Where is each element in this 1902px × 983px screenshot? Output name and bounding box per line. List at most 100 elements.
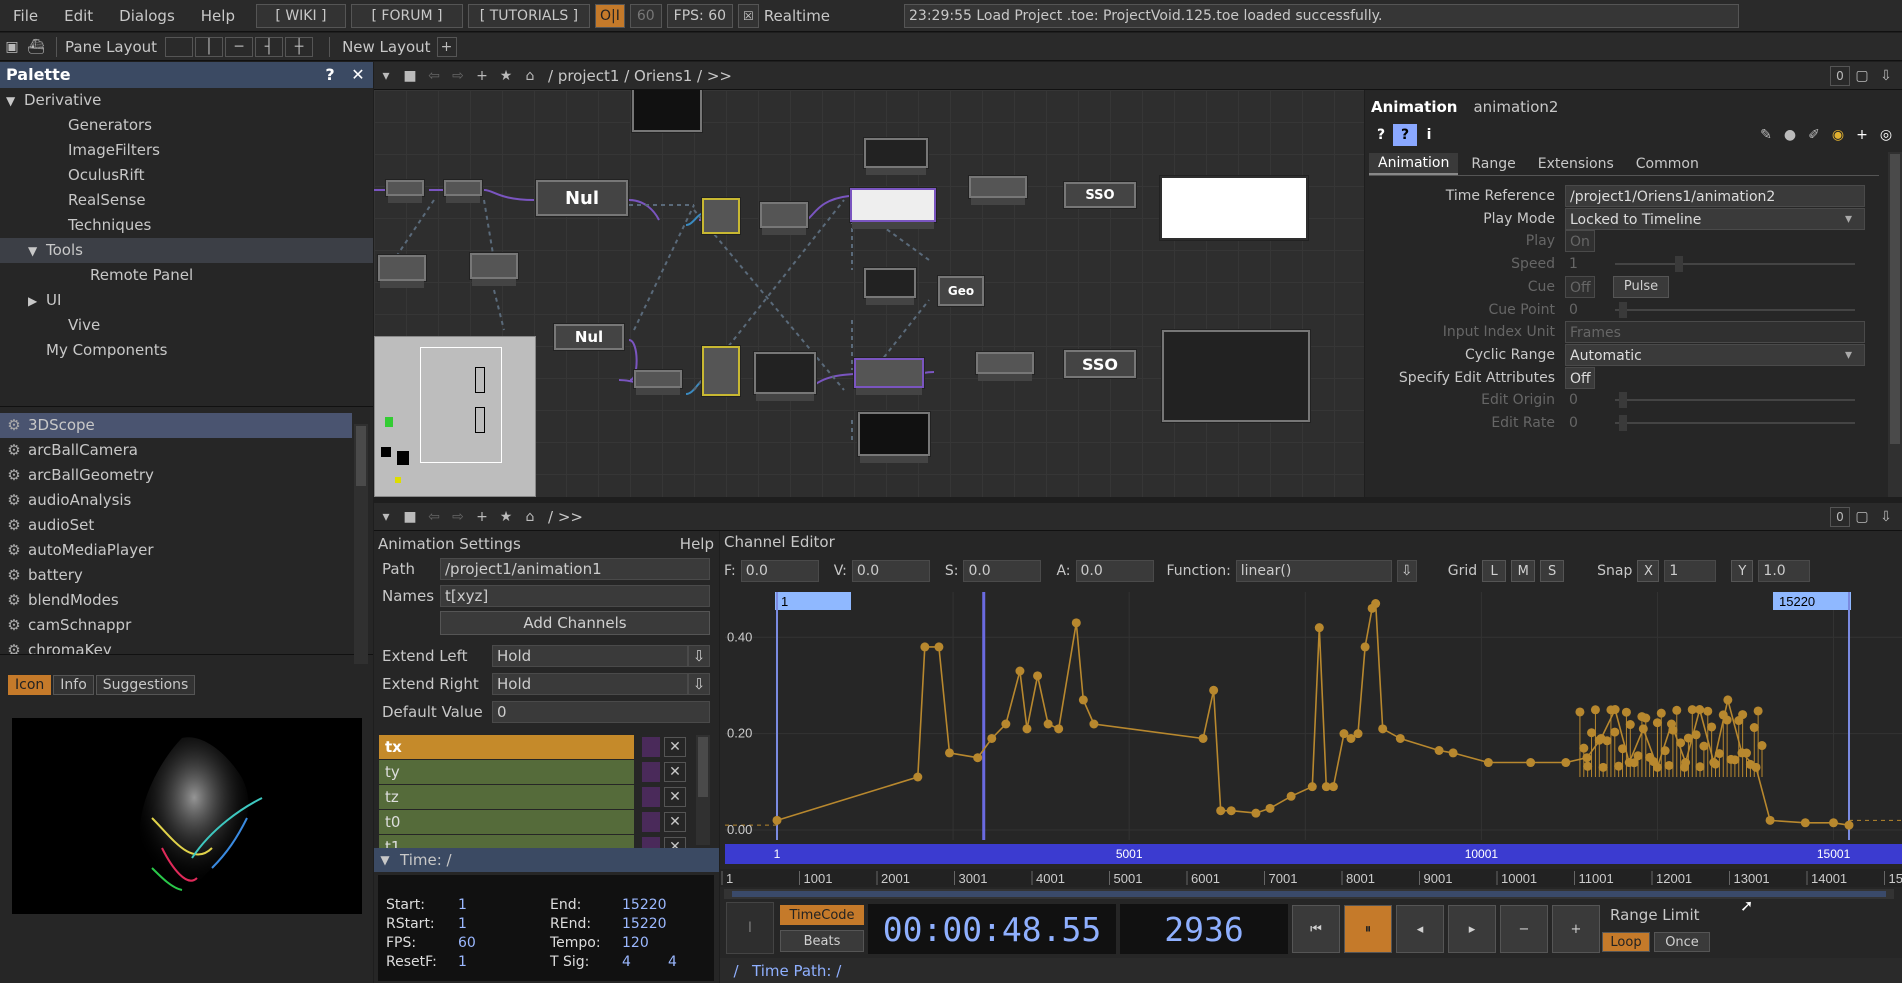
add-layout-icon[interactable]: +: [436, 36, 457, 57]
param-value[interactable]: 0: [1565, 389, 1615, 411]
beats-button[interactable]: Beats: [780, 930, 864, 952]
keyframe-point[interactable]: [1314, 623, 1324, 633]
keyframe-point[interactable]: [973, 753, 983, 763]
dropdown-icon[interactable]: ⇩: [688, 673, 710, 695]
sso-node-1[interactable]: SSO: [1064, 182, 1136, 208]
plus-transport-icon[interactable]: +: [1552, 905, 1600, 953]
pause-icon[interactable]: ⏸: [1344, 905, 1392, 953]
keyframe-point[interactable]: [1216, 806, 1226, 816]
add-icon[interactable]: +: [470, 65, 494, 87]
keyframe-point[interactable]: [1078, 695, 1088, 705]
forward-icon-2[interactable]: ⇨: [446, 506, 470, 528]
channel-color-swatch[interactable]: [642, 787, 660, 807]
fps-value[interactable]: 60: [458, 935, 476, 951]
pane-zero-button[interactable]: 0: [1830, 65, 1850, 86]
keyframe-point[interactable]: [920, 642, 930, 652]
animation-curve[interactable]: [776, 601, 1850, 826]
keyframe-point[interactable]: [1226, 806, 1236, 816]
channel-color-swatch[interactable]: [642, 737, 660, 757]
component-item[interactable]: ⚙ audioAnalysis: [0, 488, 352, 513]
keyframe-point[interactable]: [1483, 758, 1493, 768]
param-value[interactable]: 0: [1565, 412, 1615, 434]
tsig-a-value[interactable]: 4: [622, 954, 631, 970]
extend-left-select[interactable]: Hold: [492, 645, 688, 667]
keyframe-point[interactable]: [772, 815, 782, 825]
image-icon[interactable]: ▣: [0, 36, 24, 58]
param-tab[interactable]: Extensions: [1529, 154, 1623, 174]
channel-delete-icon[interactable]: ✕: [664, 812, 686, 832]
pin-icon[interactable]: ⇩: [1874, 65, 1898, 87]
slider-handle[interactable]: [1675, 256, 1683, 273]
component-item[interactable]: ⚙ battery: [0, 563, 352, 588]
time-path[interactable]: Time Path: /: [752, 962, 841, 980]
param-slider[interactable]: [1615, 392, 1855, 409]
keyframe-point[interactable]: [1071, 618, 1081, 628]
keyframe-point[interactable]: [913, 772, 923, 782]
pencil-icon[interactable]: ✎: [1754, 124, 1778, 146]
snap-x-field[interactable]: 1: [1664, 560, 1717, 582]
python-icon[interactable]: ◉: [1826, 124, 1850, 146]
function-field[interactable]: linear(): [1235, 560, 1392, 582]
tutorials-button[interactable]: [ TUTORIALS ]: [467, 3, 590, 28]
snap-x-button[interactable]: X: [1637, 560, 1660, 582]
node-n[interactable]: [854, 358, 924, 395]
tree-arrow-icon[interactable]: ▶: [28, 289, 46, 314]
s-field[interactable]: 0.0: [963, 560, 1042, 582]
node-h[interactable]: [850, 188, 936, 229]
tree-item[interactable]: ▼ Tools: [0, 238, 373, 263]
grid-l-button[interactable]: L: [1482, 560, 1507, 582]
target-icon[interactable]: ◎: [1874, 124, 1898, 146]
component-item[interactable]: ⚙ autoMediaPlayer: [0, 538, 352, 563]
tree-item[interactable]: ▶ UI: [0, 288, 373, 313]
layout-split-h-icon[interactable]: ─: [225, 36, 254, 57]
keyframe-point[interactable]: [1844, 820, 1854, 830]
node-m[interactable]: [754, 352, 816, 401]
network-path[interactable]: / project1 / Oriens1 / >>: [548, 67, 732, 85]
path-field[interactable]: /project1/animation1: [440, 558, 710, 580]
param-slider[interactable]: [1615, 256, 1855, 273]
keyframe-point[interactable]: [1033, 671, 1043, 681]
f-field[interactable]: 0.0: [740, 560, 819, 582]
null-node-2[interactable]: Nul: [554, 324, 624, 350]
param-slider[interactable]: [1615, 415, 1855, 431]
lower-path[interactable]: / >>: [548, 508, 583, 526]
keyframe-point[interactable]: [1265, 803, 1275, 813]
node-j[interactable]: [864, 268, 916, 305]
sso-node-2[interactable]: SSO: [1064, 350, 1136, 378]
keyframe-point[interactable]: [1526, 758, 1536, 768]
keyframe-point[interactable]: [1638, 724, 1648, 734]
a-field[interactable]: 0.0: [1075, 560, 1154, 582]
op-help-icon[interactable]: ?: [1393, 124, 1417, 146]
component-item[interactable]: ⚙ arcBallCamera: [0, 438, 352, 463]
channel-item[interactable]: tz: [379, 785, 634, 809]
pulse-button[interactable]: Pulse: [1613, 275, 1669, 298]
rewind-icon[interactable]: ⏮: [1292, 905, 1340, 953]
maximize-icon[interactable]: ▢: [1850, 65, 1874, 87]
param-value[interactable]: On: [1565, 230, 1595, 253]
collapse-icon[interactable]: ▼: [374, 853, 396, 867]
fps-input[interactable]: 60: [629, 3, 662, 28]
pane-menu-icon[interactable]: ▾: [374, 65, 398, 87]
channel-delete-icon[interactable]: ✕: [664, 762, 686, 782]
keyframe-point[interactable]: [1723, 695, 1733, 705]
default-value-field[interactable]: 0: [492, 701, 710, 723]
pane-menu-icon-2[interactable]: ▾: [374, 506, 398, 528]
frame-display[interactable]: 2936: [1120, 904, 1288, 954]
snap-y-field[interactable]: 1.0: [1758, 560, 1811, 582]
timecode-button[interactable]: TimeCode: [780, 905, 864, 925]
tree-item[interactable]: Generators: [0, 113, 373, 138]
param-tab[interactable]: Range: [1462, 154, 1524, 174]
comment-icon[interactable]: ●: [1778, 124, 1802, 146]
menu-file[interactable]: File: [0, 0, 51, 32]
keyframe-point[interactable]: [934, 642, 944, 652]
param-value[interactable]: Off: [1565, 275, 1595, 298]
keyframe-point[interactable]: [1378, 724, 1388, 734]
keyframe-point[interactable]: [987, 733, 997, 743]
channel-graph[interactable]: 1 15220 0.40 0.20 0.00 1 5001 10001 15001: [725, 592, 1902, 864]
timeline-ruler[interactable]: 1 1001 2001 3001 4001 5001 6001 7001 8001 9001 100…: [720, 869, 1902, 887]
channel-item[interactable]: ty: [379, 760, 634, 784]
param-value[interactable]: Automatic: [1565, 343, 1865, 366]
tree-item[interactable]: Vive: [0, 313, 373, 338]
forward-icon[interactable]: ⇨: [446, 65, 470, 87]
node-o[interactable]: [976, 352, 1034, 381]
